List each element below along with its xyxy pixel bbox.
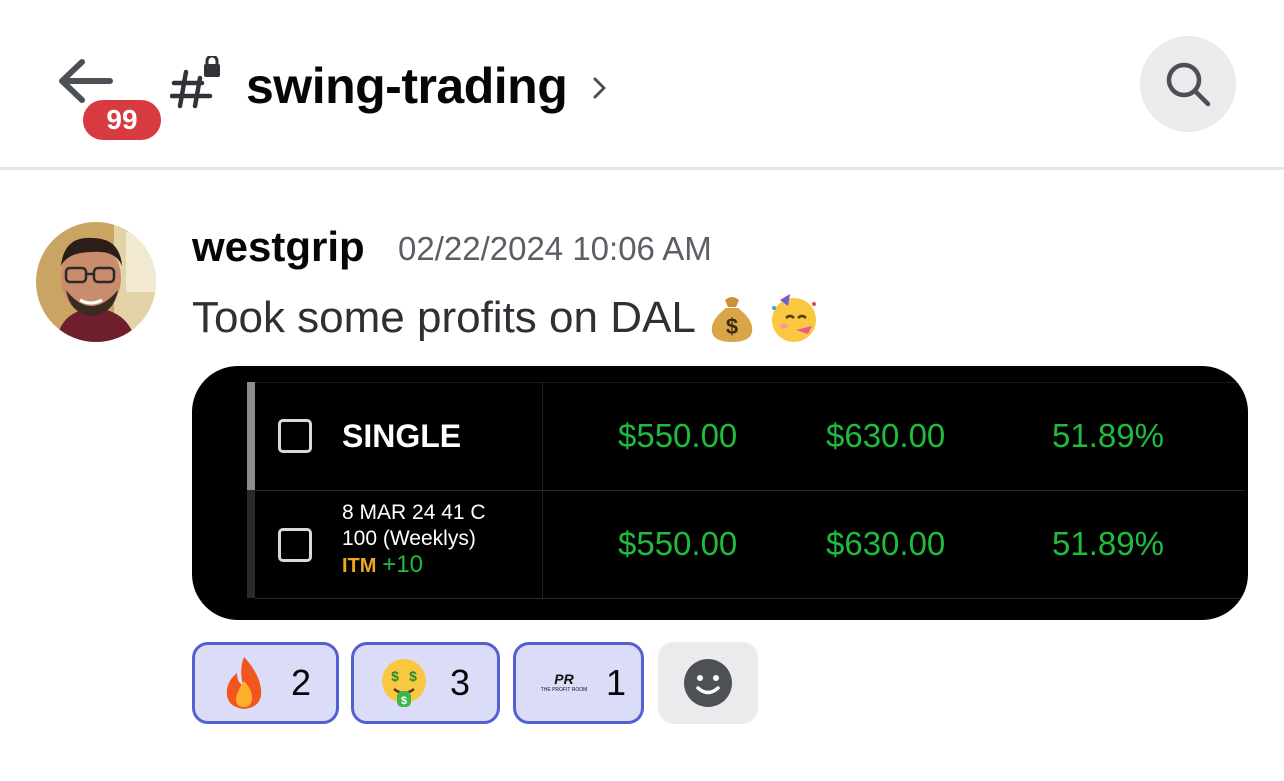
reaction-money-mouth[interactable]: $ $ $ 3 xyxy=(351,642,500,724)
logo-caption: THE PROFIT ROOM xyxy=(540,687,588,693)
gain-percent: 51.89% xyxy=(1052,525,1164,562)
svg-text:$: $ xyxy=(409,668,417,684)
partying-face-icon xyxy=(771,294,816,342)
market-value: $630.00 xyxy=(826,525,946,562)
reaction-fire[interactable]: 2 xyxy=(192,642,339,724)
image-attachment[interactable]: SINGLE $550.00 $630.00 51.89% 8 MAR 24 4… xyxy=(192,366,1248,620)
position-type: SINGLE xyxy=(342,418,462,454)
quantity: +10 xyxy=(382,551,423,578)
channel-header: 99 swing-trading xyxy=(0,0,1284,168)
reaction-count: 3 xyxy=(450,662,471,703)
cost-value: $550.00 xyxy=(618,525,738,562)
message-timestamp: 02/22/2024 10:06 AM xyxy=(398,230,712,267)
cost-value: $550.00 xyxy=(618,417,738,454)
row-divider xyxy=(255,490,1245,491)
reaction-profit-room[interactable]: PR THE PROFIT ROOM 1 xyxy=(513,642,644,724)
gain-percent: 51.89% xyxy=(1052,417,1164,454)
row-checkbox xyxy=(278,528,312,562)
svg-text:$: $ xyxy=(726,314,738,339)
avatar[interactable] xyxy=(36,222,156,342)
money-bag-icon: $ xyxy=(711,297,753,342)
add-reaction-smiley-icon xyxy=(684,659,732,707)
contract-line: 8 MAR 24 41 C xyxy=(342,501,486,524)
add-reaction-button[interactable] xyxy=(658,642,758,724)
row-indicator xyxy=(247,490,255,598)
avatar-image xyxy=(36,222,156,342)
fire-icon xyxy=(226,657,262,709)
itm-tag: ITM xyxy=(342,555,377,577)
message-text: Took some profits on DAL xyxy=(192,293,696,342)
chevron-right-icon[interactable] xyxy=(590,72,610,104)
market-value: $630.00 xyxy=(826,417,946,454)
message-content: Took some profits on DAL $ xyxy=(192,290,820,346)
logo-mark: PR xyxy=(554,671,574,687)
money-mouth-face-icon: $ $ $ xyxy=(382,659,426,707)
reaction-count: 2 xyxy=(291,662,312,703)
row-divider xyxy=(255,598,1245,599)
message-author[interactable]: westgrip xyxy=(192,222,365,272)
search-icon xyxy=(1166,62,1211,107)
header-divider xyxy=(0,167,1284,170)
row-indicator xyxy=(247,382,255,490)
reaction-count: 1 xyxy=(606,662,627,703)
channel-name[interactable]: swing-trading xyxy=(246,54,568,118)
table-line xyxy=(255,382,1245,383)
svg-text:$: $ xyxy=(391,668,399,684)
contract-description: 8 MAR 24 41 C 100 (Weeklys) ITM +10 xyxy=(342,500,486,579)
search-button[interactable] xyxy=(1140,36,1236,132)
profit-room-logo-icon: PR THE PROFIT ROOM xyxy=(536,666,592,700)
row-checkbox xyxy=(278,419,312,453)
unread-badge: 99 xyxy=(80,97,164,143)
contract-line: 100 (Weeklys) xyxy=(342,527,476,550)
locked-channel-hash-icon xyxy=(170,56,220,109)
svg-text:$: $ xyxy=(401,695,407,707)
